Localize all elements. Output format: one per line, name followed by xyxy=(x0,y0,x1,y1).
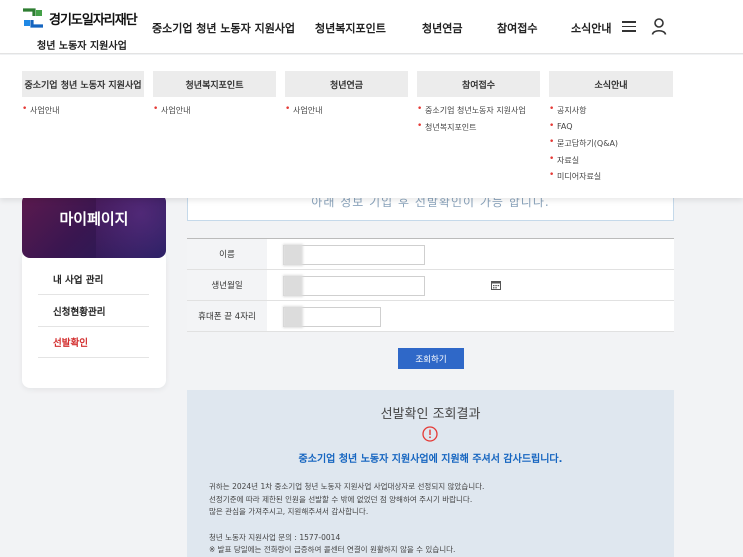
form-row-name: 이름 xyxy=(187,239,674,270)
mega-link[interactable]: 청년복지포인트 xyxy=(417,121,540,139)
result-contact: 청년 노동자 지원사업 문의 : 1577-0014 ※ 발표 당일에는 전화량… xyxy=(209,532,455,556)
sidebar-title-banner: 마이페이지 xyxy=(22,194,166,258)
birth-input[interactable] xyxy=(283,276,425,296)
form-row-birth: 생년월일 xyxy=(187,270,674,301)
result-message: 중소기업 청년 노동자 지원사업에 지원해 주셔서 감사드립니다. xyxy=(298,454,563,465)
nav-item-news[interactable]: 소식안내 xyxy=(571,20,627,36)
contact-line: ※ 발표 당일에는 전화량이 급증하여 콜센터 연결이 원활하지 않을 수 있습… xyxy=(209,545,456,554)
result-title: 선발확인 조회결과 xyxy=(380,407,481,422)
mega-col-welfare-point: 청년복지포인트 사업안내 xyxy=(153,71,276,122)
mega-col-youth-pension: 청년연금 사업안내 xyxy=(285,71,408,122)
redacted-value xyxy=(283,306,303,328)
name-input[interactable] xyxy=(283,245,425,265)
result-body: 귀하는 2024년 1차 중소기업 청년 노동자 지원사업 사업대상자로 선정되… xyxy=(209,481,484,519)
mega-menu: 중소기업 청년 노동자 지원사업 사업안내 청년복지포인트 사업안내 청년연금 … xyxy=(0,55,743,198)
alert-icon xyxy=(422,426,438,442)
birth-label: 생년월일 xyxy=(187,270,267,300)
mega-link[interactable]: 공지사항 xyxy=(549,104,673,122)
mega-link[interactable]: 자료실 xyxy=(549,154,673,172)
result-line: 많은 관심을 가져주시고, 지원해주셔서 감사합니다. xyxy=(209,507,369,516)
mega-link[interactable]: 중소기업 청년노동자 지원사업 xyxy=(417,104,540,122)
sidebar-item-application-status[interactable]: 신청현황관리 xyxy=(38,296,149,327)
mega-col-title[interactable]: 청년복지포인트 xyxy=(153,71,276,97)
phone-label: 휴대폰 끝 4자리 xyxy=(187,301,267,331)
mega-col-title[interactable]: 청년연금 xyxy=(285,71,408,97)
mega-link[interactable]: 사업안내 xyxy=(22,104,144,122)
mega-col-title[interactable]: 참여접수 xyxy=(417,71,540,97)
mega-col-title[interactable]: 중소기업 청년 노동자 지원사업 xyxy=(22,71,144,97)
contact-line: 청년 노동자 지원사업 문의 : 1577-0014 xyxy=(209,533,341,542)
redacted-value xyxy=(283,275,303,297)
sidebar-menu: 내 사업 관리 신청현황관리 선발확인 xyxy=(22,250,166,388)
name-label: 이름 xyxy=(187,239,267,269)
calendar-icon[interactable] xyxy=(491,280,501,290)
main-nav: 중소기업 청년 노동자 지원사업 청년복지포인트 청년연금 참여접수 소식안내 xyxy=(152,20,627,36)
redacted-value xyxy=(283,244,303,266)
logo-subtitle: 청년 노동자 지원사업 xyxy=(37,41,127,52)
logo-mark-icon xyxy=(23,8,43,28)
logo-name: 경기도일자리재단 xyxy=(49,13,138,28)
mega-link[interactable]: 미디어자료실 xyxy=(549,170,673,188)
mega-col-sme-youth: 중소기업 청년 노동자 지원사업 사업안내 xyxy=(22,71,144,122)
mega-link[interactable]: 사업안내 xyxy=(153,104,276,122)
nav-item-youth-pension[interactable]: 청년연금 xyxy=(422,20,497,36)
form-row-phone: 휴대폰 끝 4자리 xyxy=(187,301,674,332)
menu-icon[interactable] xyxy=(622,21,636,32)
mega-link[interactable]: 묻고답하기(Q&A) xyxy=(549,137,673,155)
mega-col-title[interactable]: 소식안내 xyxy=(549,71,673,97)
result-panel: 선발확인 조회결과 중소기업 청년 노동자 지원사업에 지원해 주셔서 감사드립… xyxy=(187,390,674,557)
site-header: 경기도일자리재단 청년 노동자 지원사업 중소기업 청년 노동자 지원사업 청년… xyxy=(0,0,743,54)
mega-col-news: 소식안내 공지사항 FAQ 묻고답하기(Q&A) 자료실 미디어자료실 xyxy=(549,71,673,188)
sidebar-item-my-business[interactable]: 내 사업 관리 xyxy=(38,264,149,295)
mega-link[interactable]: 사업안내 xyxy=(285,104,408,122)
sidebar-title: 마이페이지 xyxy=(59,210,129,228)
search-button[interactable]: 조회하기 xyxy=(398,348,464,369)
lookup-form: 이름 생년월일 휴대폰 끝 4자리 xyxy=(187,238,674,332)
nav-item-apply[interactable]: 참여접수 xyxy=(497,20,571,36)
result-line: 선정기준에 따라 제한된 인원을 선발할 수 밖에 없었던 점 양해하여 주시기… xyxy=(209,494,473,504)
nav-item-welfare-point[interactable]: 청년복지포인트 xyxy=(315,20,422,36)
sidebar-item-selection-check[interactable]: 선발확인 xyxy=(38,327,149,358)
user-icon[interactable] xyxy=(651,18,667,35)
result-line: 귀하는 2024년 1차 중소기업 청년 노동자 지원사업 사업대상자로 선정되… xyxy=(209,482,485,491)
mega-col-apply: 참여접수 중소기업 청년노동자 지원사업 청년복지포인트 xyxy=(417,71,540,138)
nav-item-sme-youth[interactable]: 중소기업 청년 노동자 지원사업 xyxy=(152,20,315,36)
mega-link[interactable]: FAQ xyxy=(549,121,673,139)
